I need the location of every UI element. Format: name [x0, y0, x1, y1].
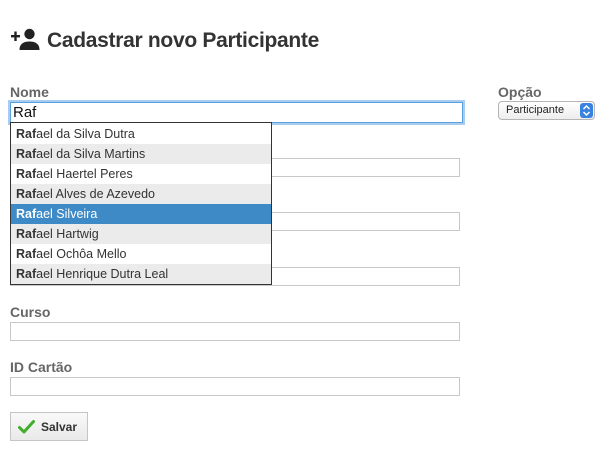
autocomplete-item-match: Raf: [16, 207, 37, 221]
curso-label: Curso: [10, 304, 51, 320]
opcao-label: Opção: [498, 84, 542, 100]
autocomplete-item[interactable]: Rafael da Silva Martins: [11, 144, 271, 164]
autocomplete-item-match: Raf: [16, 167, 37, 181]
nome-input[interactable]: [10, 102, 463, 123]
autocomplete-item-rest: ael Hartwig: [36, 227, 99, 241]
add-person-icon: [11, 28, 41, 52]
autocomplete-item-rest: ael Henrique Dutra Leal: [36, 267, 169, 281]
autocomplete-item-match: Raf: [16, 267, 37, 281]
autocomplete-item[interactable]: Rafael Ochôa Mello: [11, 244, 271, 264]
nome-label: Nome: [10, 84, 49, 100]
autocomplete-item-match: Raf: [16, 227, 37, 241]
curso-input[interactable]: [10, 322, 460, 341]
autocomplete-item-match: Raf: [16, 187, 37, 201]
autocomplete-item-rest: ael da Silva Dutra: [36, 127, 135, 141]
autocomplete-item-match: Raf: [16, 127, 37, 141]
autocomplete-item-rest: ael Alves de Azevedo: [36, 187, 155, 201]
checkmark-icon: [18, 419, 41, 434]
autocomplete-item-rest: ael da Silva Martins: [36, 147, 146, 161]
autocomplete-dropdown: Rafael da Silva Dutra Rafael da Silva Mar…: [10, 122, 272, 285]
autocomplete-item[interactable]: Rafael Hartwig: [11, 224, 271, 244]
autocomplete-item[interactable]: Rafael Henrique Dutra Leal: [11, 264, 271, 284]
opcao-select[interactable]: Participante: [498, 101, 595, 120]
select-arrows-icon: [580, 103, 593, 118]
autocomplete-item-match: Raf: [16, 147, 37, 161]
save-button-label: Salvar: [41, 419, 78, 434]
autocomplete-item[interactable]: Rafael da Silva Dutra: [11, 124, 271, 144]
autocomplete-item-rest: ael Ochôa Mello: [36, 247, 127, 261]
id-cartao-input[interactable]: [10, 377, 460, 396]
autocomplete-item-match: Raf: [16, 247, 37, 261]
page-title: Cadastrar novo Participante: [47, 29, 319, 52]
autocomplete-item-rest: ael Silveira: [36, 207, 98, 221]
autocomplete-item[interactable]: Rafael Alves de Azevedo: [11, 184, 271, 204]
autocomplete-item[interactable]: Rafael Haertel Peres: [11, 164, 271, 184]
autocomplete-item[interactable]: Rafael Silveira: [11, 204, 271, 224]
autocomplete-item-rest: ael Haertel Peres: [36, 167, 133, 181]
id-cartao-label: ID Cartão: [10, 359, 73, 375]
opcao-selected-value: Participante: [506, 104, 565, 116]
save-button[interactable]: Salvar: [10, 412, 88, 441]
page-header: [11, 22, 41, 58]
